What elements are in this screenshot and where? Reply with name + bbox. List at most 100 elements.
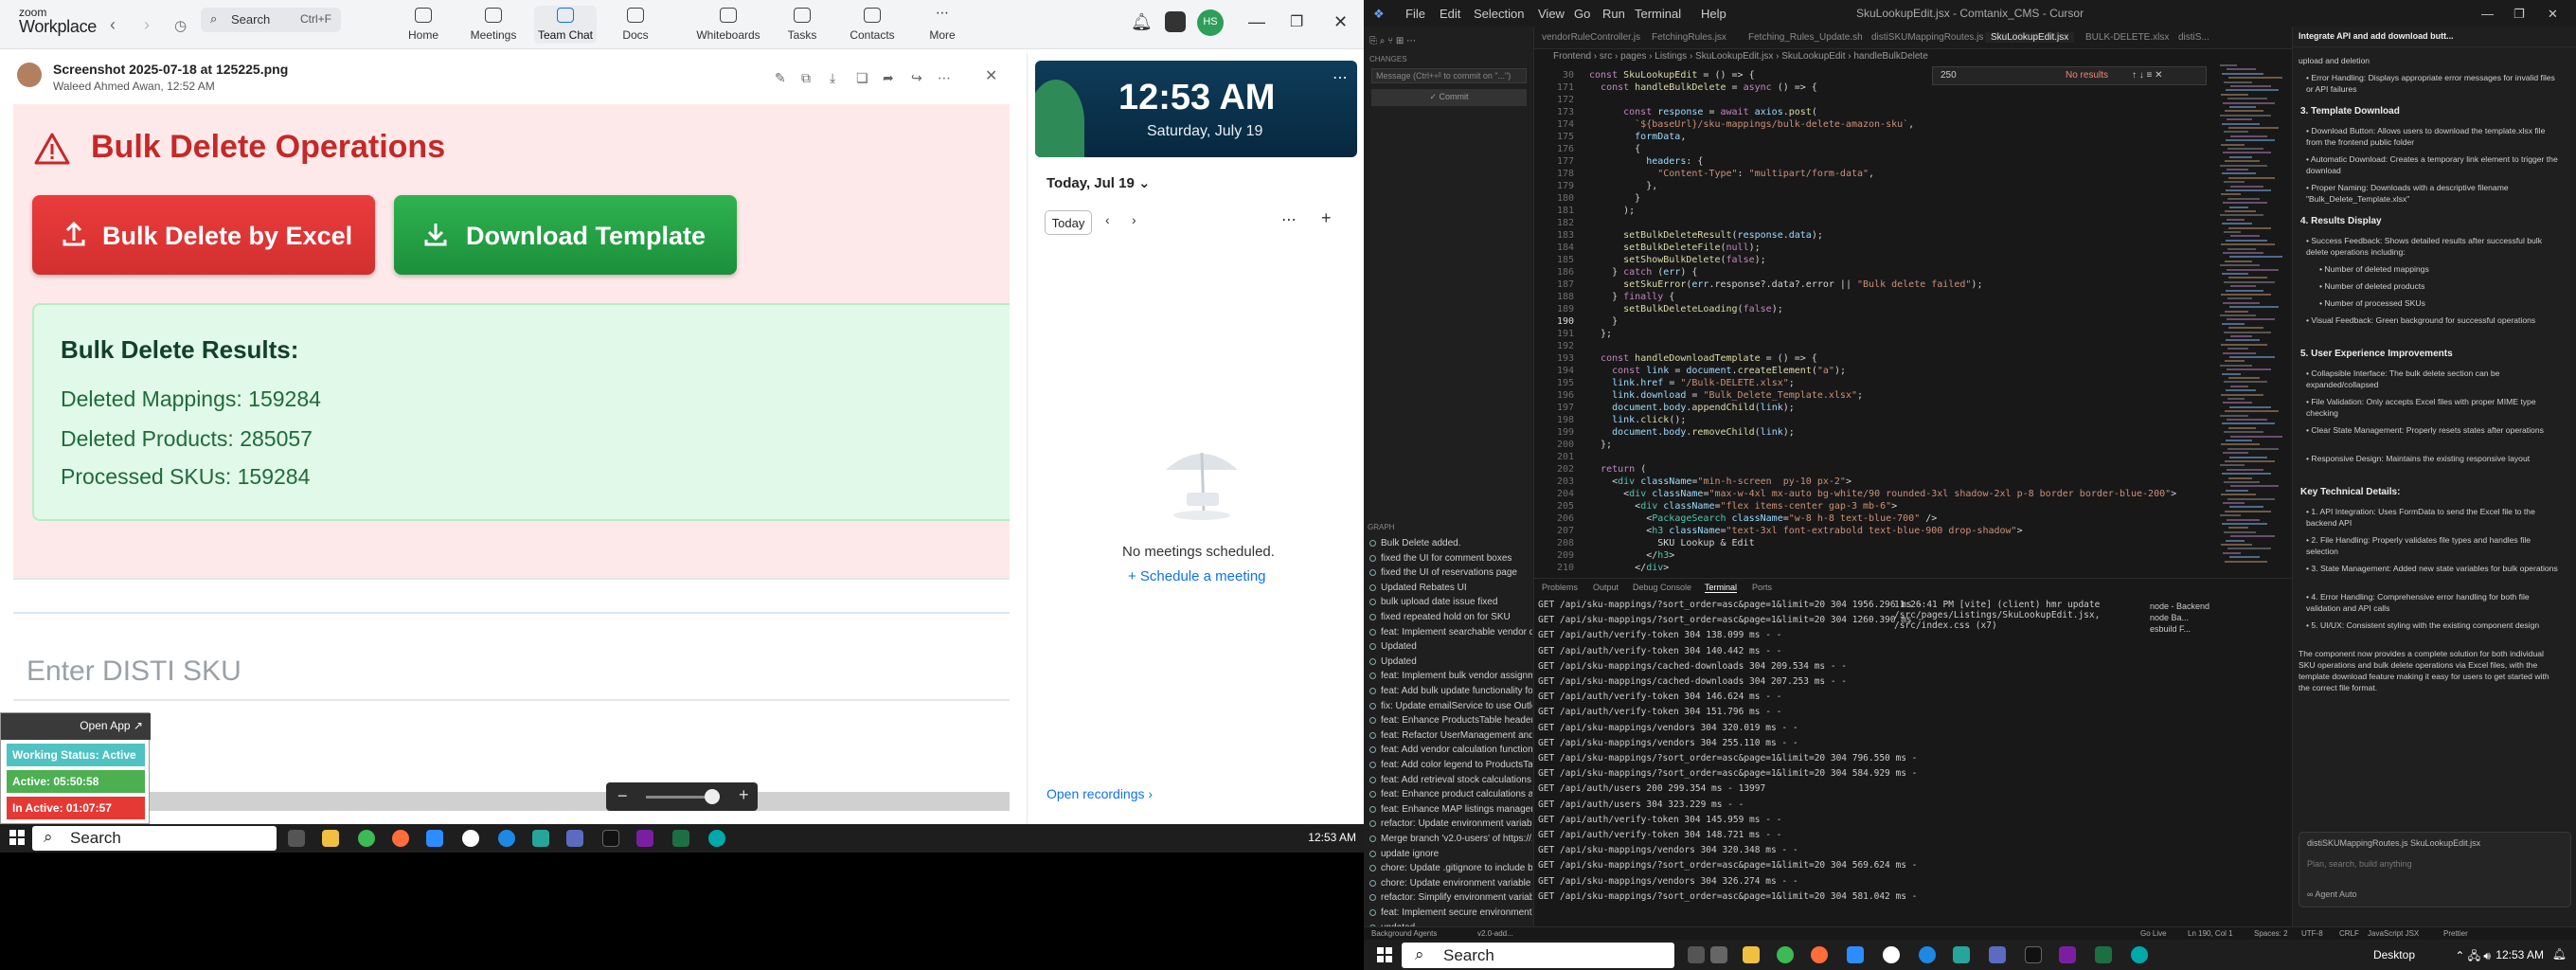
commit-item[interactable]: feat: Implement secure environment ... bbox=[1369, 907, 1532, 922]
tab-terminal[interactable]: Terminal bbox=[1705, 583, 1738, 593]
taskbar-search[interactable]: ⌕ Search bbox=[1402, 943, 1674, 968]
menu-help[interactable]: Help bbox=[1701, 7, 1726, 21]
open-recordings-link[interactable]: Open recordings › bbox=[1046, 786, 1153, 801]
commit-item[interactable]: feat: Enhance product calculations and .… bbox=[1369, 789, 1532, 803]
minimap[interactable] bbox=[2220, 64, 2286, 576]
editor-tab[interactable]: BULK-DELETE.xlsx bbox=[2085, 32, 2169, 43]
bell-icon[interactable]: 🔔︎ bbox=[1131, 12, 1153, 32]
app-icon[interactable] bbox=[1989, 946, 2006, 963]
calendar-day[interactable]: Today, Jul 19 ⌄ bbox=[1046, 174, 1151, 191]
app-icon[interactable] bbox=[1953, 946, 1970, 963]
menu-terminal[interactable]: Terminal bbox=[1635, 7, 1681, 21]
next-day-icon[interactable]: › bbox=[1132, 212, 1136, 227]
code-editor[interactable]: 30 const SkuLookupEdit = () => {171 const… bbox=[1534, 64, 2292, 576]
tab-more[interactable]: ⋯ More bbox=[911, 6, 974, 44]
windows-start-icon[interactable] bbox=[1377, 947, 1392, 962]
cursor-icon[interactable] bbox=[2025, 946, 2042, 963]
close-icon[interactable]: ✕ bbox=[985, 66, 997, 85]
excel-icon[interactable] bbox=[2095, 946, 2112, 963]
today-button[interactable]: Today bbox=[1045, 210, 1092, 235]
tab-debug-console[interactable]: Debug Console bbox=[1633, 583, 1691, 592]
commit-item[interactable]: feat: Add bulk update functionality for … bbox=[1369, 686, 1532, 700]
close-icon[interactable]: ✕ bbox=[1333, 12, 1348, 32]
commit-item[interactable]: Updated bbox=[1369, 656, 1532, 671]
app-icon[interactable] bbox=[462, 830, 479, 847]
tab-tasks[interactable]: Tasks bbox=[771, 6, 833, 44]
windows-start-icon[interactable] bbox=[9, 830, 25, 845]
commit-item[interactable]: feat: Implement bulk vendor assignmen... bbox=[1369, 671, 1532, 685]
forward-icon[interactable]: › bbox=[144, 15, 150, 35]
open-external-icon[interactable]: ⧉ bbox=[801, 70, 811, 86]
onenote-icon[interactable] bbox=[2059, 946, 2076, 963]
download-icon[interactable]: ⤓ bbox=[830, 70, 835, 86]
zoom-out-icon[interactable]: − bbox=[617, 786, 628, 806]
commit-item[interactable]: feat: Add color legend to ProductsTable.… bbox=[1369, 760, 1532, 774]
ai-input-box[interactable]: distiSKUMappingRoutes.js SkuLookupEdit.j… bbox=[2299, 832, 2571, 907]
chrome-icon[interactable] bbox=[358, 830, 375, 847]
tab-home[interactable]: Home bbox=[392, 6, 455, 44]
prev-day-icon[interactable]: ‹ bbox=[1105, 212, 1110, 227]
menu-go[interactable]: Go bbox=[1574, 7, 1590, 21]
excel-icon[interactable] bbox=[672, 830, 689, 847]
zoom-taskbar-icon[interactable] bbox=[1847, 946, 1864, 963]
file-explorer-icon[interactable] bbox=[322, 830, 339, 847]
task-view-icon[interactable] bbox=[1688, 946, 1705, 963]
commit-item[interactable]: fixed repeated hold on for SKU bbox=[1369, 612, 1532, 626]
agent-selector[interactable]: ∞ Agent Auto bbox=[2307, 889, 2356, 899]
terminal-item[interactable]: node - Backend bbox=[2150, 602, 2292, 613]
more-icon[interactable]: ⋯ bbox=[938, 70, 951, 86]
search-input[interactable]: ⌕ Search Ctrl+F bbox=[201, 8, 341, 32]
browser-icon[interactable] bbox=[1811, 946, 1828, 963]
commit-item[interactable]: refactor: Simplify environment variabl..… bbox=[1369, 892, 1532, 907]
file-explorer-icon[interactable] bbox=[1743, 946, 1760, 963]
open-app-button[interactable]: Open App ↗ bbox=[1, 713, 151, 740]
taskbar-search[interactable]: ⌕ Search bbox=[32, 826, 277, 851]
zoom-slider[interactable]: − + bbox=[606, 782, 758, 811]
editor-tab[interactable]: FetchingRules.jsx bbox=[1652, 32, 1726, 43]
menu-selection[interactable]: Selection bbox=[1474, 7, 1524, 21]
tab-output[interactable]: Output bbox=[1593, 583, 1619, 592]
editor-tab[interactable]: vendorRuleController.js bbox=[1542, 32, 1640, 43]
commit-button[interactable]: ✓ Commit bbox=[1371, 89, 1527, 106]
add-icon[interactable]: + bbox=[1321, 208, 1332, 228]
commit-item[interactable]: Updated Rebates UI bbox=[1369, 583, 1532, 597]
copy-icon[interactable]: ❏ bbox=[856, 70, 868, 86]
ai-input[interactable]: Plan, search, build anything bbox=[2307, 859, 2412, 869]
commit-item[interactable]: feat: Add retrieval stock calculations t… bbox=[1369, 775, 1532, 789]
tray-icons[interactable]: ⌃ 🖧︎ 🔊︎ bbox=[2455, 947, 2491, 967]
edit-icon[interactable]: ✎ bbox=[775, 70, 786, 86]
cursor-icon[interactable] bbox=[602, 830, 619, 847]
app-icon[interactable] bbox=[566, 830, 583, 847]
restore-icon[interactable]: ❐ bbox=[1290, 12, 1303, 31]
notification-icon[interactable]: 🔔︎ bbox=[2552, 947, 2567, 961]
tab-problems[interactable]: Problems bbox=[1542, 583, 1578, 592]
commit-item[interactable]: fix: Update emailService to use Outlook.… bbox=[1369, 701, 1532, 715]
commit-item[interactable]: feat: Refactor UserManagement and en... bbox=[1369, 730, 1532, 745]
widgets-icon[interactable] bbox=[1710, 946, 1727, 963]
app-icon[interactable] bbox=[1919, 946, 1936, 963]
commit-item[interactable]: feat: Add vendor calculation functional.… bbox=[1369, 745, 1532, 759]
status-language[interactable]: JavaScript JSX bbox=[2368, 929, 2419, 938]
status-item[interactable]: Go Live bbox=[2140, 929, 2167, 938]
history-icon[interactable]: ◷ bbox=[174, 17, 187, 34]
commit-item[interactable]: refactor: Update environment variable ..… bbox=[1369, 818, 1532, 833]
edge-icon[interactable] bbox=[708, 830, 725, 847]
commit-item[interactable]: chore: Update .gitignore to include b... bbox=[1369, 863, 1532, 877]
task-view-icon[interactable] bbox=[288, 830, 305, 847]
status-prettier[interactable]: Prettier bbox=[2443, 929, 2468, 938]
onenote-icon[interactable] bbox=[636, 830, 653, 847]
more-icon[interactable]: ⋯ bbox=[1281, 210, 1297, 229]
tab-whiteboards[interactable]: Whiteboards bbox=[686, 6, 771, 44]
commit-item[interactable]: Bulk Delete added. bbox=[1369, 538, 1532, 552]
commit-item[interactable]: bulk upload date issue fixed bbox=[1369, 597, 1532, 611]
schedule-meeting-link[interactable]: + Schedule a meeting bbox=[1128, 568, 1266, 584]
menu-view[interactable]: View bbox=[1538, 7, 1565, 21]
terminal-item[interactable]: esbuild F... bbox=[2150, 624, 2292, 636]
find-input[interactable]: 250 bbox=[1941, 70, 1957, 81]
commit-item[interactable]: Updated bbox=[1369, 641, 1532, 656]
status-cursor[interactable]: Ln 190, Col 1 bbox=[2188, 929, 2233, 938]
editor-tab[interactable]: distiS... bbox=[2178, 32, 2209, 43]
download-template-button[interactable]: Download Template bbox=[394, 195, 737, 275]
app-icon[interactable] bbox=[1883, 946, 1900, 963]
tab-ports[interactable]: Ports bbox=[1752, 583, 1772, 592]
